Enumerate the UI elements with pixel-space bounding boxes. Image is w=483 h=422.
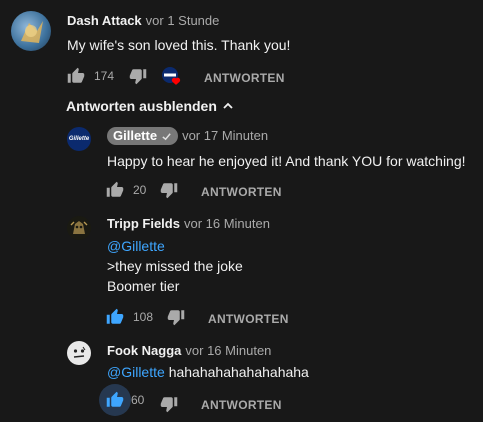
- avatar-logo-text: Gillette: [68, 136, 90, 142]
- reply-button[interactable]: ANTWORTEN: [208, 312, 289, 326]
- hide-replies-button[interactable]: Antworten ausblenden: [66, 98, 234, 114]
- mention-link[interactable]: @Gillette: [107, 364, 165, 380]
- comment-time[interactable]: vor 1 Stunde: [146, 13, 220, 28]
- dislike-icon[interactable]: [164, 305, 188, 329]
- like-icon[interactable]: [99, 384, 131, 416]
- reply-button[interactable]: ANTWORTEN: [201, 398, 282, 412]
- like-icon[interactable]: [103, 178, 127, 202]
- like-count: 174: [94, 69, 115, 83]
- creator-badge[interactable]: Gillette: [107, 127, 179, 145]
- like-count: 108: [133, 310, 154, 324]
- comment-body: hahahahahahahahaha: [168, 364, 309, 380]
- hide-replies-label: Antworten ausblenden: [66, 98, 217, 114]
- comment-author: Gillette: [113, 128, 158, 143]
- comment-text-line: Boomer tier: [107, 278, 180, 294]
- like-count: 60: [131, 393, 145, 407]
- reply-button[interactable]: ANTWORTEN: [201, 185, 282, 199]
- comment-time[interactable]: vor 16 Minuten: [184, 216, 270, 231]
- comment-author[interactable]: Tripp Fields: [107, 216, 180, 231]
- avatar[interactable]: [67, 216, 91, 240]
- like-icon[interactable]: [103, 305, 127, 329]
- dislike-icon[interactable]: [157, 392, 181, 416]
- comment-time[interactable]: vor 17 Minuten: [182, 128, 268, 143]
- dislike-icon[interactable]: [157, 178, 181, 202]
- dislike-icon[interactable]: [126, 64, 150, 88]
- like-icon[interactable]: [64, 64, 88, 88]
- comment-text: Happy to hear he enjoyed it! And thank Y…: [107, 153, 466, 169]
- avatar[interactable]: Gillette: [67, 127, 91, 151]
- creator-heart-icon: [161, 66, 183, 88]
- comment-text-line-mention: @Gillette: [107, 236, 165, 256]
- verified-check-icon: [161, 131, 172, 142]
- comment-text-line: >they missed the joke: [107, 258, 243, 274]
- avatar[interactable]: [67, 341, 91, 365]
- comment-text: My wife's son loved this. Thank you!: [67, 37, 291, 53]
- like-count: 20: [133, 183, 147, 197]
- comment-author[interactable]: Dash Attack: [67, 13, 142, 28]
- comment-text: @Gillette hahahahahahahahaha: [107, 362, 309, 382]
- comment-time[interactable]: vor 16 Minuten: [185, 343, 271, 358]
- reply-button[interactable]: ANTWORTEN: [204, 71, 285, 85]
- chevron-up-icon: [222, 100, 234, 112]
- comment-author[interactable]: Fook Nagga: [107, 343, 181, 358]
- mention-link[interactable]: @Gillette: [107, 238, 165, 254]
- avatar[interactable]: [11, 11, 51, 51]
